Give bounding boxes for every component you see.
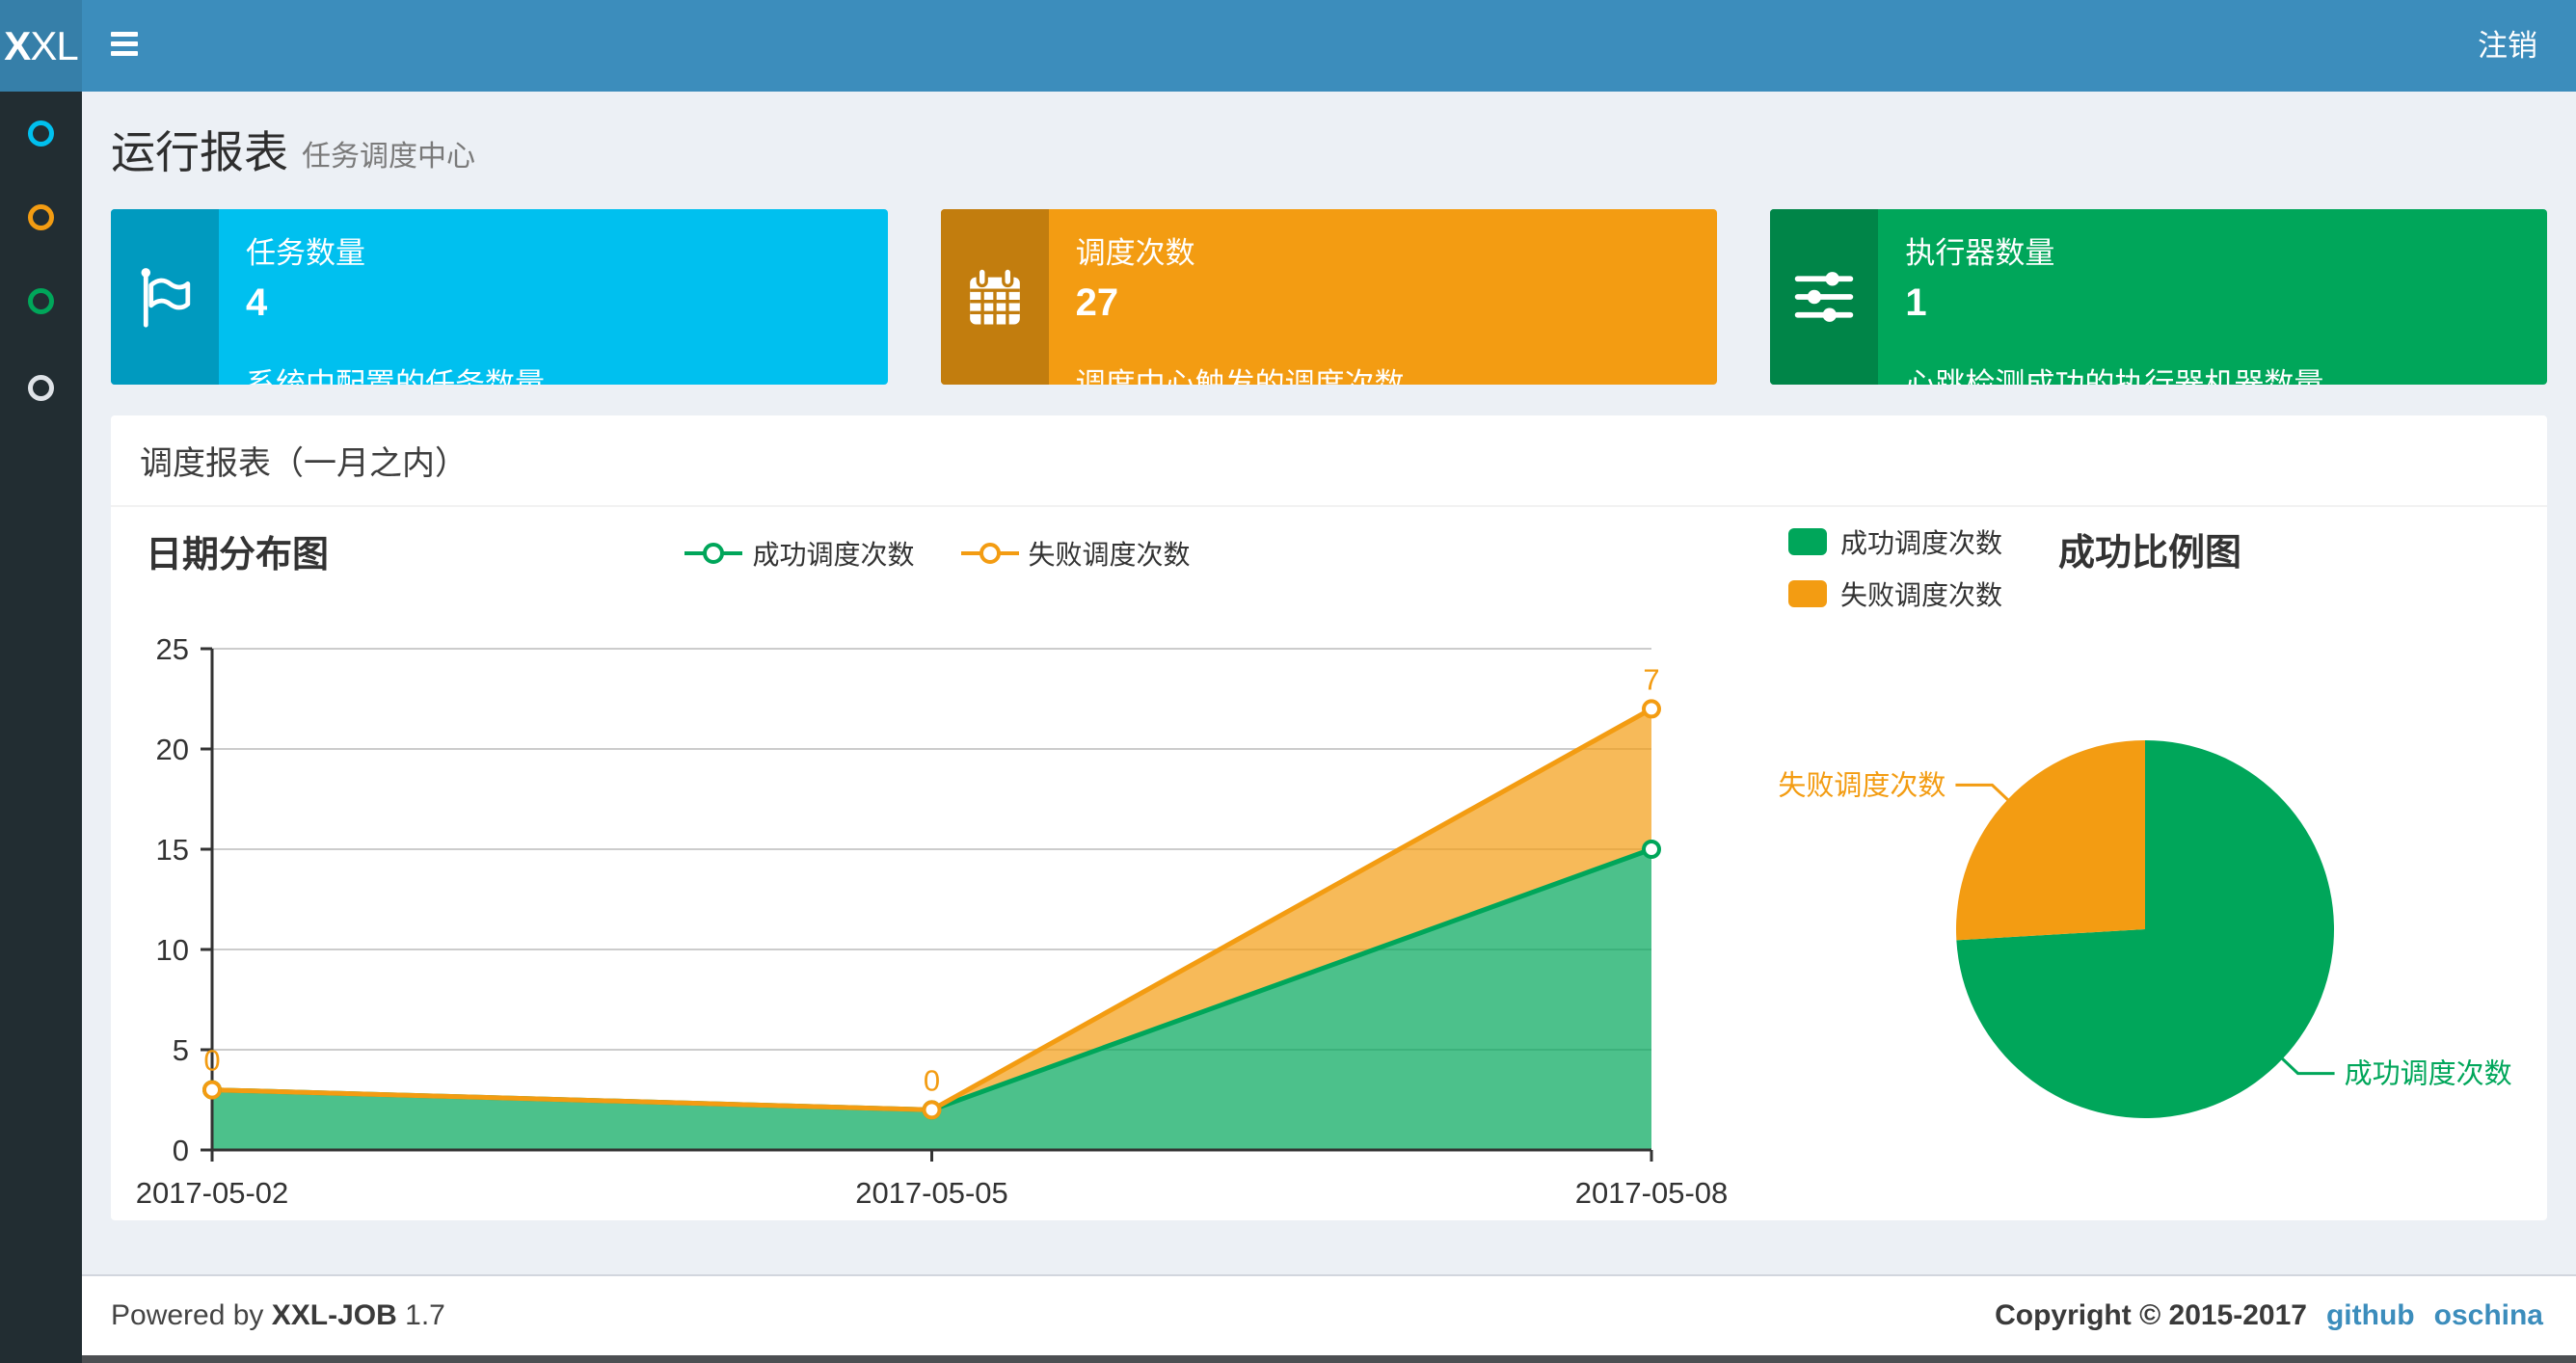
copyright-text: Copyright © 2015-2017	[1995, 1299, 2307, 1331]
window-edge	[0, 1355, 2576, 1363]
flag-icon	[141, 268, 191, 328]
line-circle-marker-icon	[684, 543, 743, 564]
legend-label: 失败调度次数	[1028, 540, 1191, 570]
app-logo-text: XL	[30, 22, 78, 68]
line-chart-title: 日期分布图	[146, 535, 330, 575]
schedule-report-panel: 调度报表（一月之内） 日期分布图 成功调度次数 失败调度次数 0 5 10 15 20 25…	[111, 415, 2547, 1220]
stat-card-executors: 执行器数量 1 心跳检测成功的执行器机器数量	[1770, 209, 2548, 385]
swatch-icon	[1788, 580, 1827, 607]
svg-text:失败调度次数: 失败调度次数	[1778, 769, 1945, 801]
card-title: 调度次数	[1075, 236, 1195, 270]
legend-item-失败调度次数[interactable]: 失败调度次数	[1788, 575, 2002, 613]
legend-item-成功调度次数[interactable]: 成功调度次数	[684, 534, 915, 573]
date-distribution-chart: 05101520252017-05-02 2017-05-05 2017-05-08…	[136, 632, 1729, 1210]
success-ratio-pie-chart: 成功调度次数 失败调度次数	[1778, 740, 2512, 1118]
stat-card-triggers: 调度次数 27 调度中心触发的调度次数	[940, 209, 1718, 385]
svg-text:25: 25	[156, 632, 189, 666]
content-area: 运行报表 任务调度中心 任务数量 4 系统中配置的任务数量 调度次数 27 调度…	[82, 92, 2576, 1267]
svg-text:2017-05-08: 2017-05-08	[1575, 1176, 1729, 1210]
card-value: 1	[1905, 281, 1927, 324]
sidebar-item-3[interactable]	[0, 272, 82, 330]
card-title: 任务数量	[246, 236, 365, 270]
svg-text:成功调度次数: 成功调度次数	[2345, 1058, 2512, 1090]
hamburger-menu-icon[interactable]	[111, 32, 140, 59]
circle-icon	[28, 120, 54, 147]
card-icon-area	[1770, 209, 1879, 385]
date-distribution-section: 日期分布图 成功调度次数 失败调度次数 0 5 10 15 20 25 2017-05-02 2…	[111, 507, 1764, 1227]
success-ratio-section: 成功调度次数 失败调度次数 成功比例图 成功调度次数 失败调度次数	[1764, 507, 2547, 1227]
legend-item-失败调度次数[interactable]: 失败调度次数	[960, 534, 1191, 573]
legend-label: 成功调度次数	[1840, 528, 2003, 558]
github-link[interactable]: github	[2326, 1299, 2415, 1332]
svg-text:0: 0	[203, 1044, 220, 1078]
card-description: 系统中配置的任务数量	[246, 367, 545, 385]
sidebar-item-2[interactable]	[0, 188, 82, 246]
svg-text:10: 10	[156, 933, 189, 967]
svg-text:20: 20	[156, 733, 189, 766]
powered-by-text: Powered by	[111, 1299, 264, 1331]
footer: Powered by XXL-JOB 1.7 Copyright © 2015-…	[0, 1274, 2576, 1355]
svg-text:0: 0	[924, 1063, 940, 1097]
page-subtitle: 任务调度中心	[302, 141, 475, 173]
app-logo[interactable]: X XL	[0, 0, 82, 92]
pie-chart-legend: 成功调度次数 失败调度次数	[1788, 522, 2002, 613]
oschina-link[interactable]: oschina	[2434, 1299, 2543, 1332]
product-version: 1.7	[405, 1299, 445, 1331]
svg-text:2017-05-05: 2017-05-05	[855, 1176, 1008, 1210]
page-header: 运行报表 任务调度中心	[111, 115, 2576, 184]
product-name: XXL-JOB	[271, 1299, 397, 1331]
circle-icon	[28, 374, 54, 401]
line-chart-legend: 成功调度次数 失败调度次数	[111, 507, 1764, 573]
mini-sidebar	[0, 92, 82, 1363]
card-description: 调度中心触发的调度次数	[1075, 367, 1405, 385]
legend-label: 失败调度次数	[1840, 580, 2003, 610]
footer-copyright: Copyright © 2015-2017 github oschina	[1995, 1299, 2543, 1332]
card-title: 执行器数量	[1905, 236, 2055, 270]
sidebar-item-1[interactable]	[0, 104, 82, 162]
svg-text:2017-05-02: 2017-05-02	[136, 1176, 289, 1210]
card-icon-area	[940, 209, 1049, 385]
svg-text:5: 5	[173, 1033, 189, 1067]
card-description: 心跳检测成功的执行器机器数量	[1905, 367, 2324, 385]
calendar-icon	[969, 266, 1020, 325]
circle-icon	[28, 287, 54, 314]
card-icon-area	[111, 209, 219, 385]
svg-text:15: 15	[156, 833, 189, 867]
stat-card-jobs: 任务数量 4 系统中配置的任务数量	[111, 209, 888, 385]
svg-text:0: 0	[173, 1134, 189, 1167]
swatch-icon	[1788, 528, 1827, 555]
svg-text:7: 7	[1643, 662, 1659, 696]
card-value: 27	[1075, 281, 1119, 324]
legend-item-成功调度次数[interactable]: 成功调度次数	[1788, 522, 2002, 561]
sidebar-item-4[interactable]	[0, 359, 82, 416]
circle-icon	[28, 203, 54, 230]
logout-link[interactable]: 注销	[2478, 0, 2537, 92]
page-title: 运行报表	[111, 127, 288, 177]
pie-chart-title: 成功比例图	[2058, 533, 2242, 574]
top-navbar: X XL 注销	[0, 0, 2576, 92]
sliders-icon	[1795, 272, 1854, 322]
legend-label: 成功调度次数	[752, 540, 915, 570]
footer-powered: Powered by XXL-JOB 1.7	[111, 1299, 445, 1332]
panel-title: 调度报表（一月之内）	[111, 415, 2547, 507]
stat-cards-row: 任务数量 4 系统中配置的任务数量 调度次数 27 调度中心触发的调度次数 执行…	[111, 209, 2548, 385]
line-circle-marker-icon	[960, 543, 1019, 564]
card-value: 4	[246, 281, 268, 324]
